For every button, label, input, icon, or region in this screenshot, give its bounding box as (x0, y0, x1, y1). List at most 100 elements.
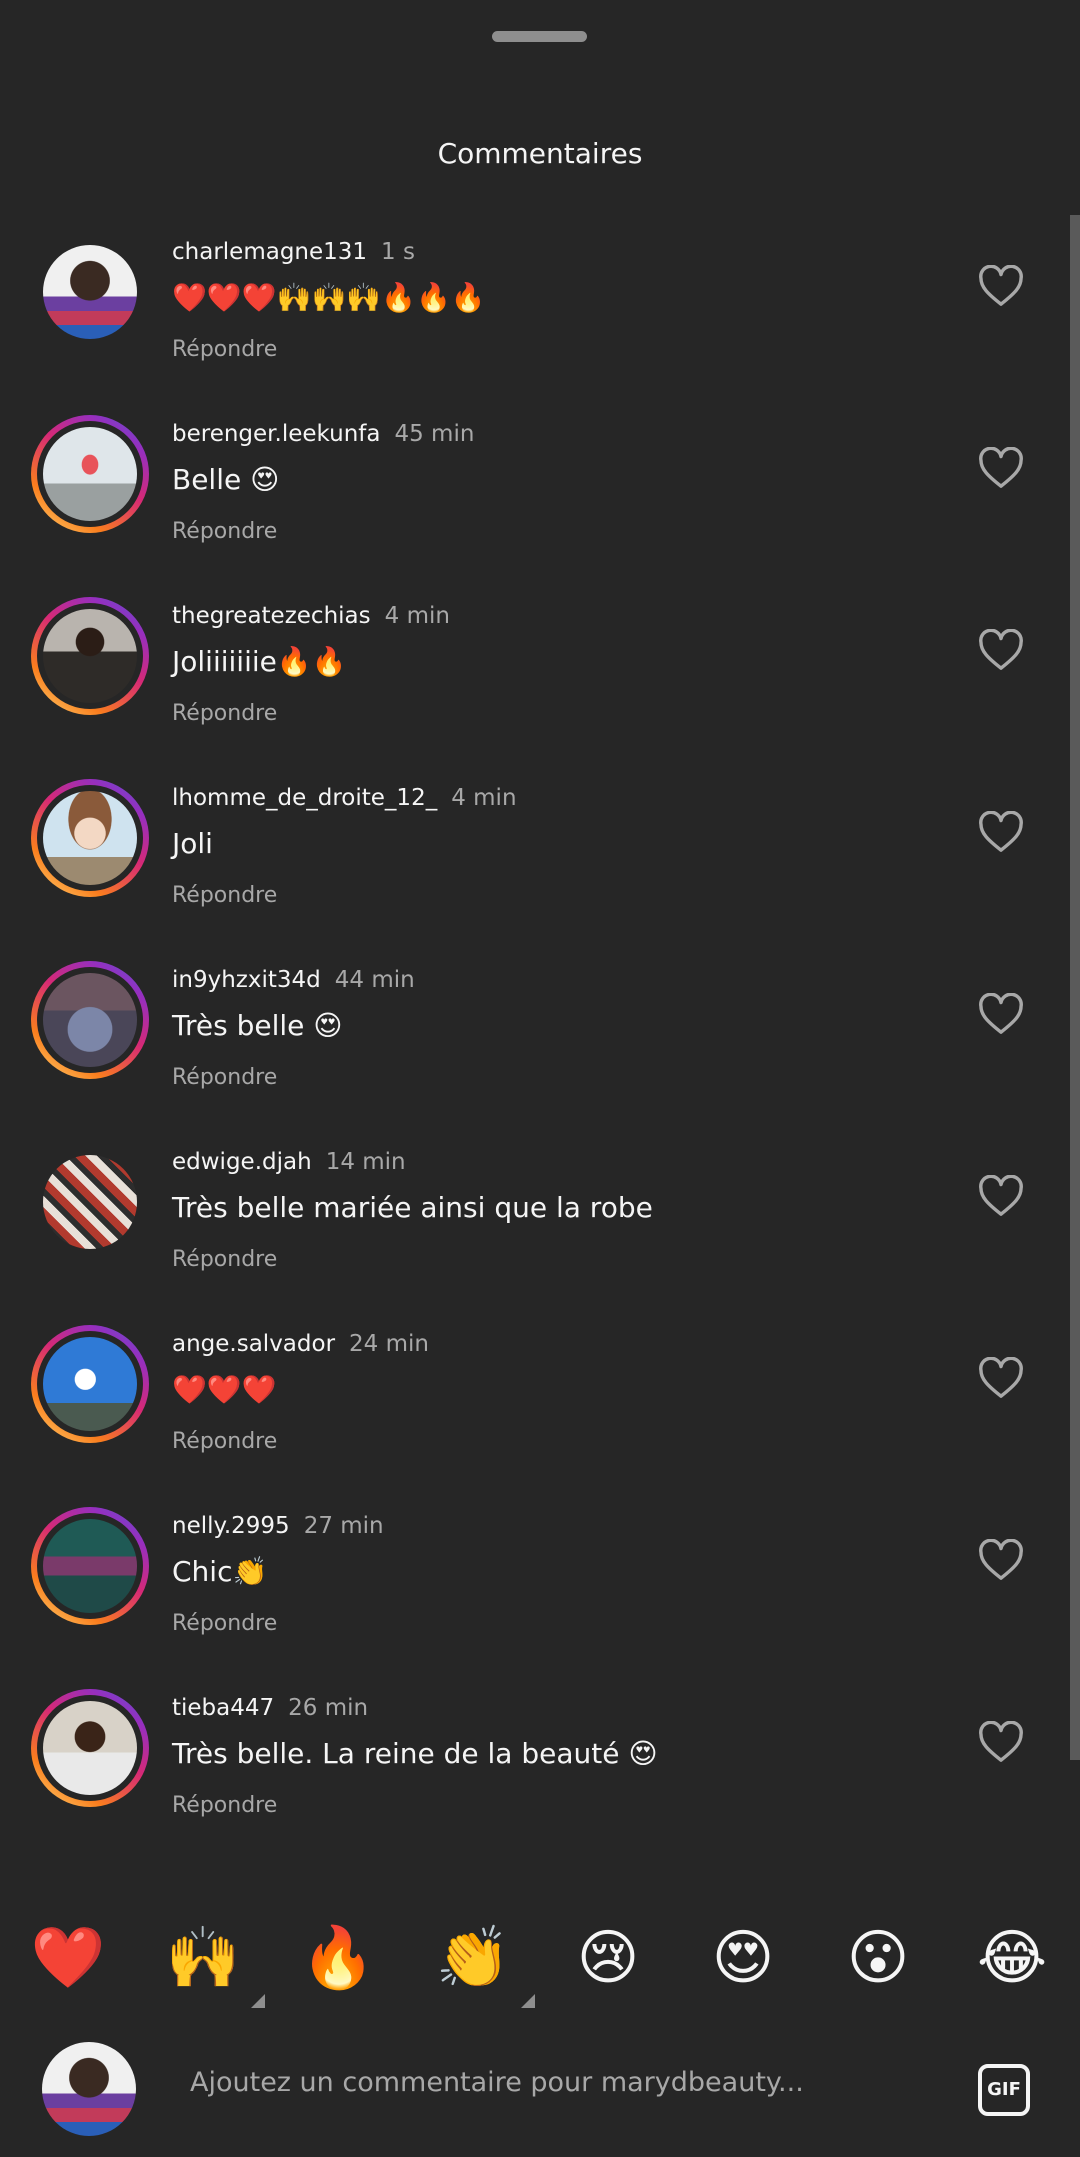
skin-tone-indicator (251, 1994, 265, 2008)
comment-username[interactable]: lhomme_de_droite_12_ (172, 785, 437, 811)
current-user-avatar (42, 2042, 136, 2136)
comment-text: Très belle. La reine de la beauté 😍 (172, 1737, 658, 1770)
heart-icon[interactable] (978, 265, 1024, 307)
comment-item: in9yhzxit34d 44 min Très belle 😍 Répondre (0, 943, 1068, 1125)
avatar-image (43, 427, 137, 521)
avatar-story-ring[interactable] (31, 1325, 149, 1443)
heart-icon[interactable] (978, 811, 1024, 853)
drag-handle[interactable] (492, 31, 587, 42)
comment-username[interactable]: thegreatezechias (172, 603, 371, 629)
comment-username[interactable]: tieba447 (172, 1695, 274, 1721)
avatar-image (43, 1337, 137, 1431)
reply-button[interactable]: Répondre (172, 1065, 277, 1090)
comment-username[interactable]: ange.salvador (172, 1331, 335, 1357)
reaction-heart-eyes[interactable]: 😍 (703, 1918, 783, 1998)
avatar-story-ring[interactable] (31, 415, 149, 533)
reply-button[interactable]: Répondre (172, 1247, 277, 1272)
comment-time: 26 min (288, 1695, 369, 1721)
comment-header: nelly.2995 27 min (172, 1513, 384, 1539)
comment-time: 4 min (384, 603, 450, 629)
reply-button[interactable]: Répondre (172, 337, 277, 362)
reaction-crying-face[interactable]: 😢 (568, 1918, 648, 1998)
reaction-surprised-face[interactable]: 😮 (838, 1918, 918, 1998)
scrollbar[interactable] (1070, 215, 1080, 1760)
avatar[interactable] (31, 233, 149, 351)
heart-icon[interactable] (978, 447, 1024, 489)
comment-username[interactable]: nelly.2995 (172, 1513, 290, 1539)
reply-button[interactable]: Répondre (172, 883, 277, 908)
comment-header: ange.salvador 24 min (172, 1331, 429, 1357)
comment-item: ange.salvador 24 min ❤️❤️❤️ Répondre (0, 1307, 1068, 1489)
comment-text: Très belle mariée ainsi que la robe (172, 1191, 653, 1224)
comment-header: tieba447 26 min (172, 1695, 368, 1721)
avatar-story-ring[interactable] (31, 1689, 149, 1807)
reaction-clapping-hands[interactable]: 👏 (433, 1918, 535, 2008)
heart-icon[interactable] (978, 1721, 1024, 1763)
comment-header: in9yhzxit34d 44 min (172, 967, 415, 993)
comment-time: 1 s (381, 239, 415, 265)
comment-text: Chic👏 (172, 1555, 268, 1588)
comment-header: thegreatezechias 4 min (172, 603, 450, 629)
comment-text: ❤️❤️❤️ (172, 1373, 277, 1406)
comment-input[interactable] (188, 2066, 892, 2099)
heart-icon[interactable] (978, 1539, 1024, 1581)
sheet-title: Commentaires (437, 137, 643, 170)
reaction-fire[interactable]: 🔥 (298, 1918, 378, 1998)
comment-text: Joliiiiiiie🔥🔥 (172, 645, 347, 678)
comment-username[interactable]: berenger.leekunfa (172, 421, 380, 447)
comment-item: nelly.2995 27 min Chic👏 Répondre (0, 1489, 1068, 1671)
skin-tone-indicator (521, 1994, 535, 2008)
avatar-image (43, 1519, 137, 1613)
comment-text: Belle 😍 (172, 463, 280, 496)
comment-item: tieba447 26 min Très belle. La reine de l… (0, 1671, 1068, 1853)
avatar-image (43, 973, 137, 1067)
comment-time: 14 min (325, 1149, 406, 1175)
avatar-image (43, 791, 137, 885)
avatar-story-ring[interactable] (31, 961, 149, 1079)
comment-text: ❤️❤️❤️🙌🙌🙌🔥🔥🔥 (172, 281, 486, 314)
comment-username[interactable]: in9yhzxit34d (172, 967, 321, 993)
avatar-story-ring[interactable] (31, 1507, 149, 1625)
comment-item: berenger.leekunfa 45 min Belle 😍 Répondre (0, 397, 1068, 579)
emoji-reaction-bar: ❤️ 🙌 🔥 👏 😢 😍 😮 😂 (0, 1900, 1080, 2010)
comment-time: 27 min (303, 1513, 384, 1539)
reaction-heart[interactable]: ❤️ (28, 1918, 108, 1998)
comment-header: edwige.djah 14 min (172, 1149, 406, 1175)
comment-item: edwige.djah 14 min Très belle mariée ains… (0, 1125, 1068, 1307)
comment-item: thegreatezechias 4 min Joliiiiiiie🔥🔥 Répo… (0, 579, 1068, 761)
comment-composer: GIF (0, 2030, 1080, 2157)
comment-item: charlemagne131 1 s ❤️❤️❤️🙌🙌🙌🔥🔥🔥 Répondre (0, 215, 1068, 397)
avatar[interactable] (31, 1143, 149, 1261)
gif-button[interactable]: GIF (978, 2064, 1030, 2116)
comment-header: charlemagne131 1 s (172, 239, 415, 265)
avatar-image (43, 1701, 137, 1795)
comment-item: lhomme_de_droite_12_ 4 min Joli Répondre (0, 761, 1068, 943)
comment-time: 4 min (451, 785, 517, 811)
avatar-image (43, 609, 137, 703)
reply-button[interactable]: Répondre (172, 519, 277, 544)
reply-button[interactable]: Répondre (172, 1429, 277, 1454)
avatar-image (43, 1155, 137, 1249)
comments-list[interactable]: charlemagne131 1 s ❤️❤️❤️🙌🙌🙌🔥🔥🔥 Répondre … (0, 215, 1068, 1880)
comment-text: Très belle 😍 (172, 1009, 343, 1042)
comment-username[interactable]: charlemagne131 (172, 239, 367, 265)
avatar-story-ring[interactable] (31, 779, 149, 897)
reply-button[interactable]: Répondre (172, 1611, 277, 1636)
comment-header: berenger.leekunfa 45 min (172, 421, 474, 447)
avatar-story-ring[interactable] (31, 597, 149, 715)
heart-icon[interactable] (978, 1175, 1024, 1217)
reaction-raising-hands[interactable]: 🙌 (163, 1918, 265, 2008)
comment-username[interactable]: edwige.djah (172, 1149, 312, 1175)
heart-icon[interactable] (978, 993, 1024, 1035)
avatar-image (43, 245, 137, 339)
comment-header: lhomme_de_droite_12_ 4 min (172, 785, 517, 811)
heart-icon[interactable] (978, 629, 1024, 671)
comment-time: 45 min (394, 421, 475, 447)
heart-icon[interactable] (978, 1357, 1024, 1399)
comment-text: Joli (172, 827, 213, 860)
reaction-laughing-face[interactable]: 😂 (972, 1918, 1052, 1998)
reply-button[interactable]: Répondre (172, 701, 277, 726)
reply-button[interactable]: Répondre (172, 1793, 277, 1818)
comment-time: 24 min (349, 1331, 429, 1357)
comment-time: 44 min (334, 967, 415, 993)
